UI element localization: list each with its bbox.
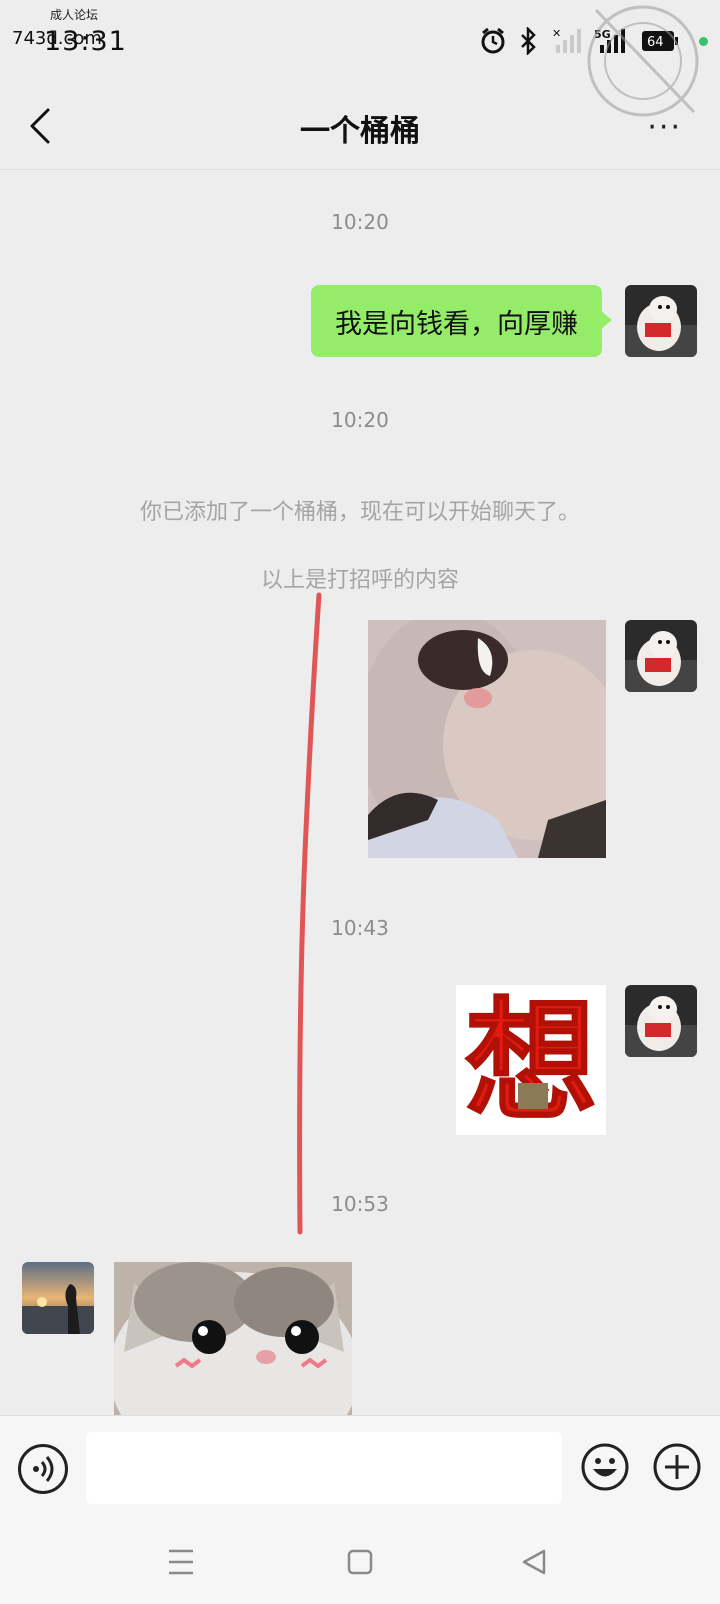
sent-text-bubble[interactable]: 我是向钱看，向厚赚 bbox=[311, 285, 612, 357]
watermark-url: 743d.com bbox=[12, 28, 102, 49]
message-text: 我是向钱看，向厚赚 bbox=[335, 308, 578, 340]
watermark-text: 成人论坛 bbox=[50, 8, 99, 22]
system-nav-bar bbox=[0, 1525, 720, 1604]
signal-icon: ✕ bbox=[552, 27, 581, 53]
dog-avatar-icon bbox=[625, 985, 697, 1057]
sent-sticker-message[interactable]: 想 bbox=[456, 985, 606, 1135]
more-functions-button[interactable] bbox=[652, 1442, 702, 1492]
received-image-message[interactable] bbox=[114, 1262, 352, 1415]
plus-icon bbox=[653, 1443, 701, 1491]
home-button[interactable] bbox=[346, 1547, 374, 1577]
dog-avatar-icon bbox=[625, 285, 697, 357]
sunset-avatar-icon bbox=[22, 1262, 94, 1334]
emoji-button[interactable] bbox=[580, 1442, 630, 1492]
menu-icon bbox=[169, 1549, 193, 1575]
input-bar bbox=[0, 1415, 720, 1525]
system-message: 以上是打招呼的内容 bbox=[260, 568, 459, 593]
sticker-text: 想 bbox=[465, 985, 597, 1135]
annotation-line bbox=[297, 592, 322, 1235]
svg-text:✕: ✕ bbox=[552, 27, 561, 40]
timestamp: 10:53 bbox=[331, 1192, 389, 1216]
timestamp: 10:43 bbox=[331, 916, 389, 940]
home-square-icon bbox=[347, 1549, 373, 1575]
xiang-sticker-image: 想 bbox=[456, 985, 606, 1135]
system-message: 你已添加了一个桶桶，现在可以开始聊天了。 bbox=[139, 500, 580, 525]
my-avatar[interactable] bbox=[625, 985, 697, 1057]
contact-avatar[interactable] bbox=[22, 1262, 94, 1334]
back-triangle-icon bbox=[522, 1549, 546, 1575]
chat-title: 一个桶桶 bbox=[300, 114, 420, 149]
timestamp: 10:20 bbox=[331, 210, 389, 234]
nav-back-button[interactable] bbox=[520, 1547, 548, 1577]
voice-button[interactable] bbox=[18, 1444, 68, 1494]
emoji-icon bbox=[581, 1443, 629, 1491]
alarm-icon bbox=[481, 27, 505, 54]
sent-image-message[interactable] bbox=[368, 620, 606, 858]
status-bar: 成人论坛 13:31 743d.com ✕ 5G 64 bbox=[0, 0, 720, 117]
bluetooth-icon bbox=[521, 27, 536, 55]
more-button[interactable]: ··· bbox=[647, 110, 682, 145]
message-input[interactable] bbox=[86, 1432, 562, 1504]
chat-header: 一个桶桶 ··· bbox=[0, 80, 720, 170]
cat-sticker-image bbox=[114, 1262, 352, 1415]
dog-avatar-icon bbox=[625, 620, 697, 692]
photo-sticker-image bbox=[368, 620, 606, 858]
my-avatar[interactable] bbox=[625, 620, 697, 692]
my-avatar[interactable] bbox=[625, 285, 697, 357]
timestamp: 10:20 bbox=[331, 408, 389, 432]
voice-icon bbox=[33, 1456, 54, 1482]
menu-button[interactable] bbox=[168, 1547, 194, 1577]
